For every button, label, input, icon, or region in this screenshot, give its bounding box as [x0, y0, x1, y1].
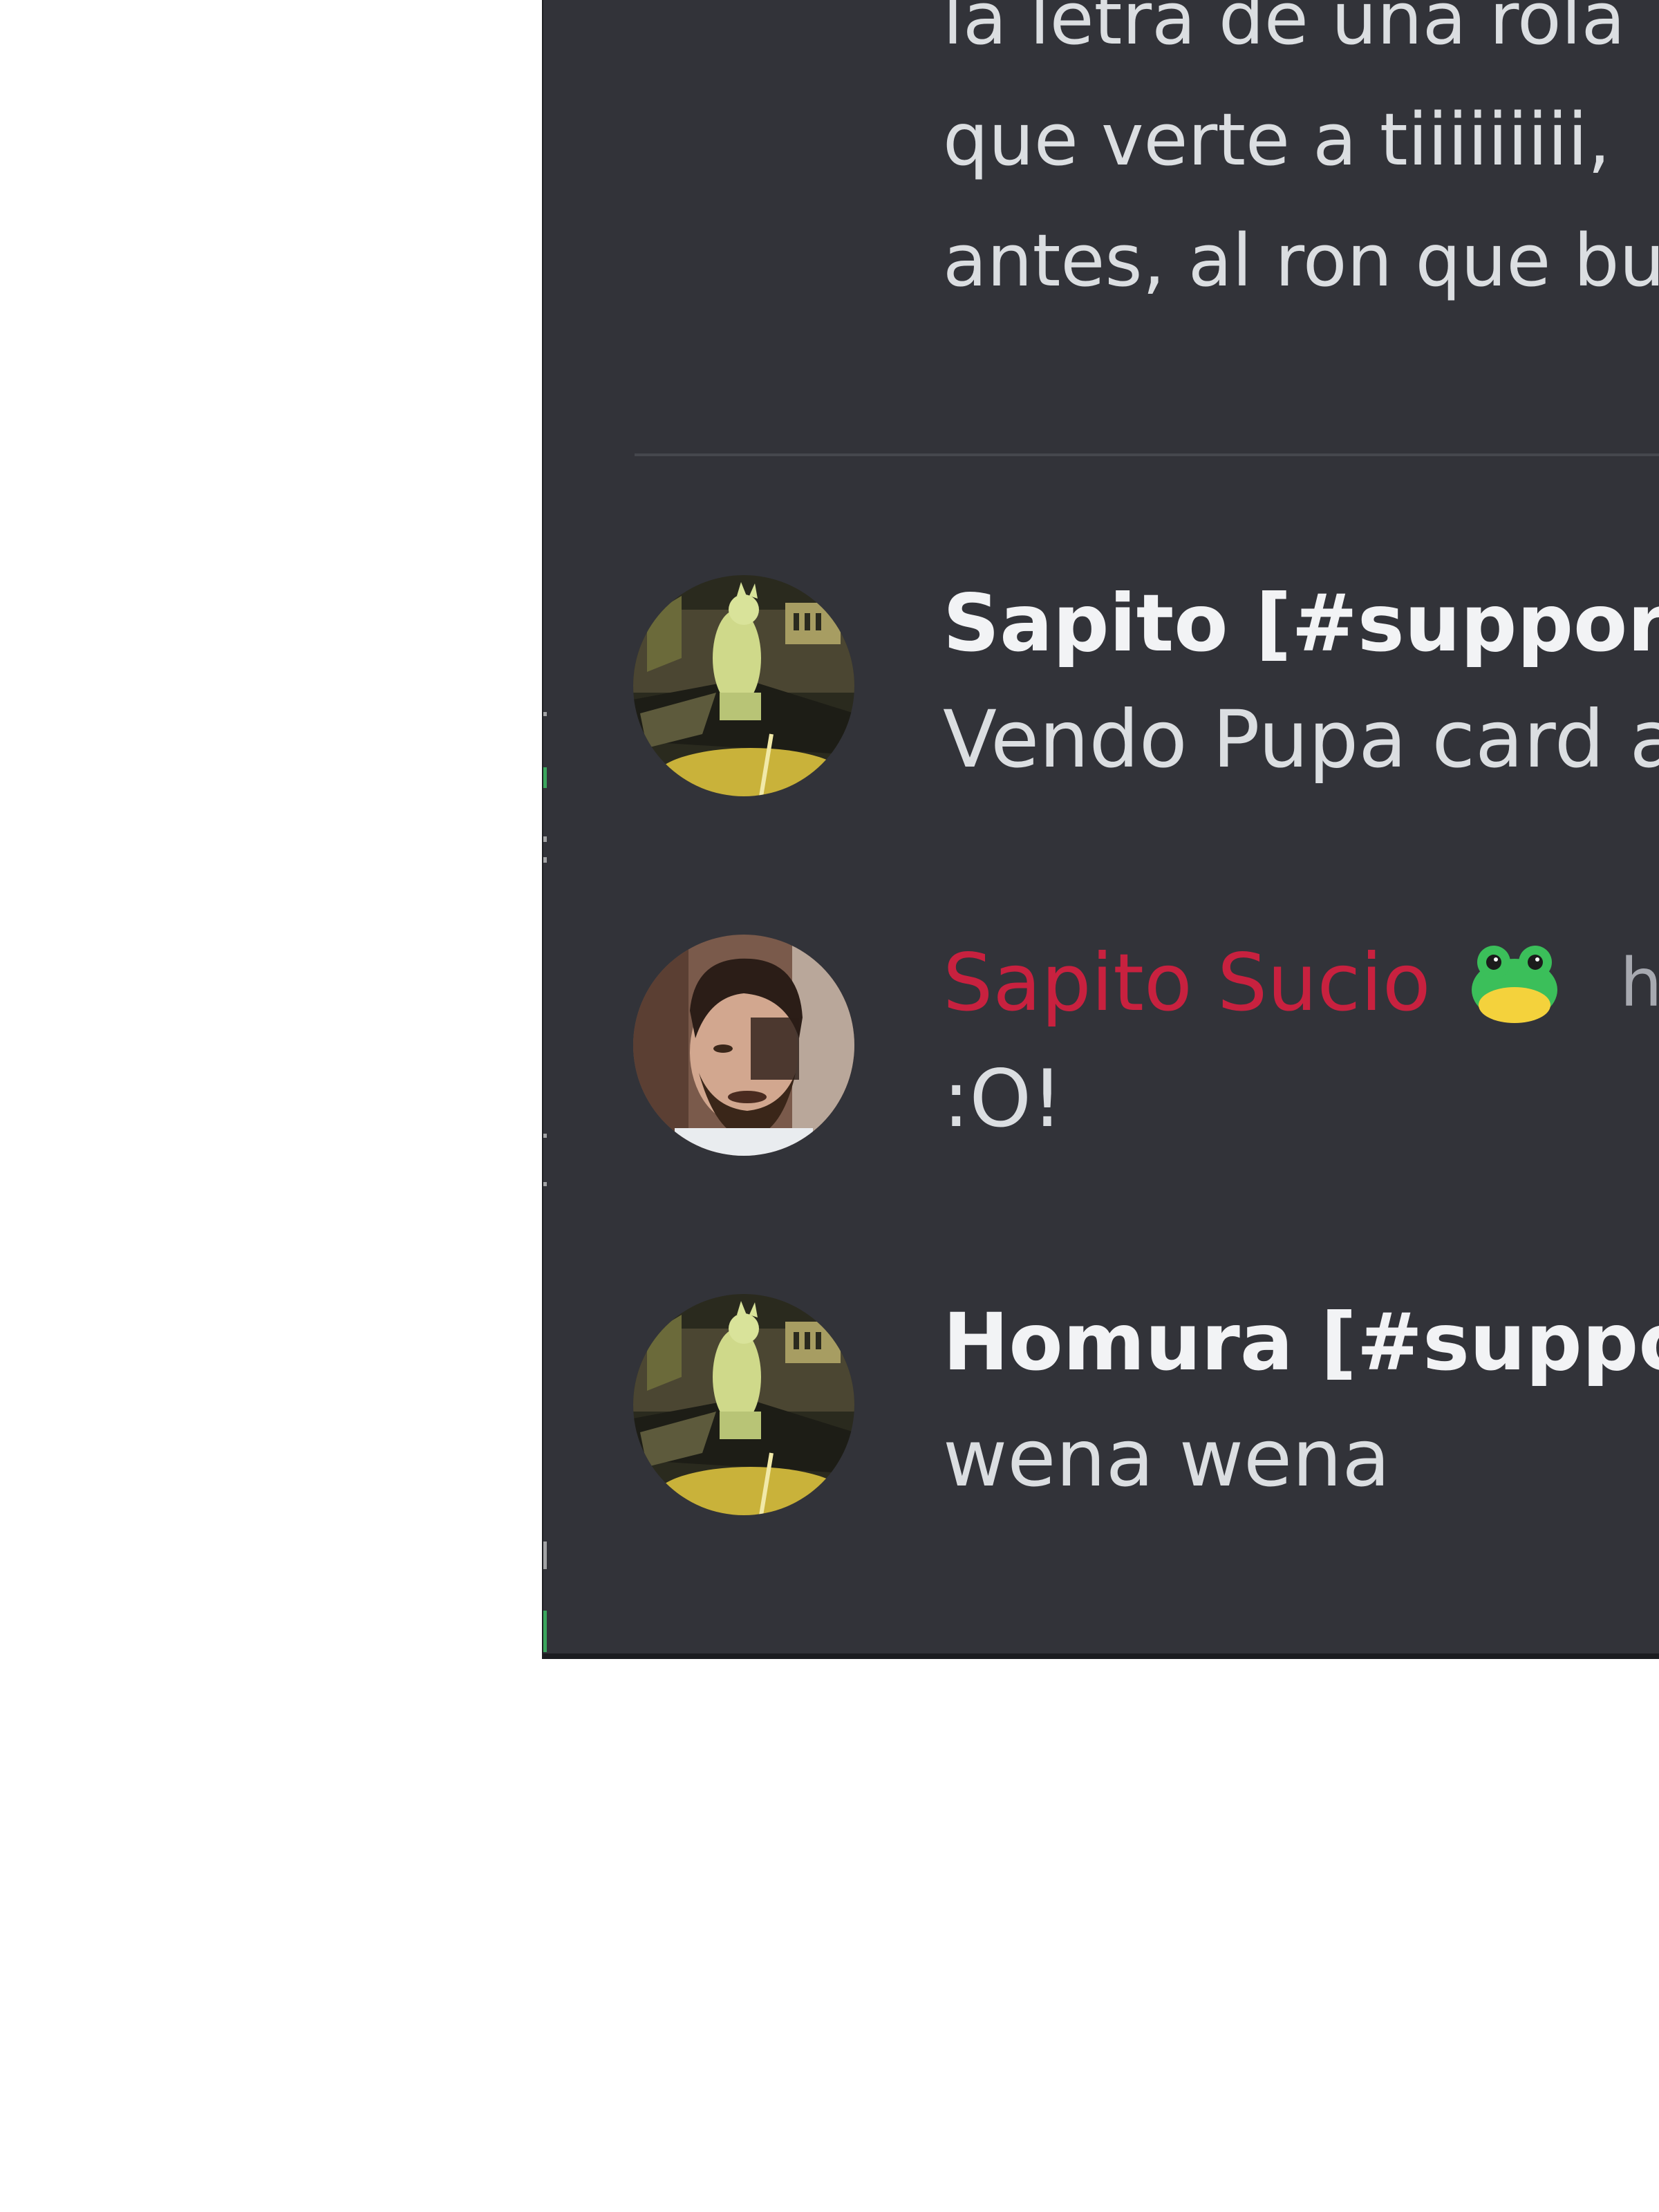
avatar[interactable] — [633, 575, 854, 796]
author-name[interactable]: Homura [#support] — [943, 1294, 1659, 1391]
chat-message-list[interactable]: la letra de una rola que verte a tiiiiii… — [542, 0, 1659, 1659]
message-content: wena wena — [943, 1412, 1391, 1504]
message-line: antes, al ron que bu — [943, 218, 1659, 303]
author-name[interactable]: Sapito [#support] — [943, 575, 1659, 672]
frog-icon — [1470, 941, 1559, 1024]
avatar[interactable] — [633, 935, 854, 1156]
edge-indicator — [543, 1541, 547, 1569]
panel-bottom-edge — [543, 1653, 1659, 1659]
cat-statue-avatar — [633, 575, 854, 796]
edge-indicator — [543, 836, 547, 842]
message-content: :O! — [943, 1053, 1063, 1145]
message-content: Vendo Pupa card a — [943, 693, 1659, 785]
message-timestamp: ho — [1620, 944, 1659, 1022]
screenshot-canvas: la letra de una rola que verte a tiiiiii… — [0, 0, 1659, 2212]
message-header: Sapito [#support] — [943, 575, 1659, 672]
author-name[interactable]: Sapito Sucio — [943, 935, 1431, 1031]
cat-statue-avatar — [633, 1294, 854, 1515]
edge-indicator — [543, 1182, 547, 1186]
message-header: Homura [#support] — [943, 1294, 1659, 1391]
message-header: Sapito Sucio ho — [943, 935, 1659, 1031]
chat-message[interactable]: Sapito [#support] Vendo Pupa card a — [543, 575, 1659, 796]
previous-message-text: la letra de una rola que verte a tiiiiii… — [943, 0, 1659, 321]
message-divider — [635, 453, 1659, 456]
message-line: la letra de una rola — [943, 0, 1626, 61]
edge-indicator — [543, 1611, 547, 1652]
bearded-man-avatar — [633, 935, 854, 1156]
chat-message[interactable]: Sapito Sucio ho :O! — [543, 935, 1659, 1156]
edge-indicator — [543, 857, 547, 863]
chat-message[interactable]: Homura [#support] wena wena — [543, 1294, 1659, 1515]
avatar[interactable] — [633, 1294, 854, 1515]
message-line: que verte a tiiiiiiiii, — [943, 97, 1611, 182]
